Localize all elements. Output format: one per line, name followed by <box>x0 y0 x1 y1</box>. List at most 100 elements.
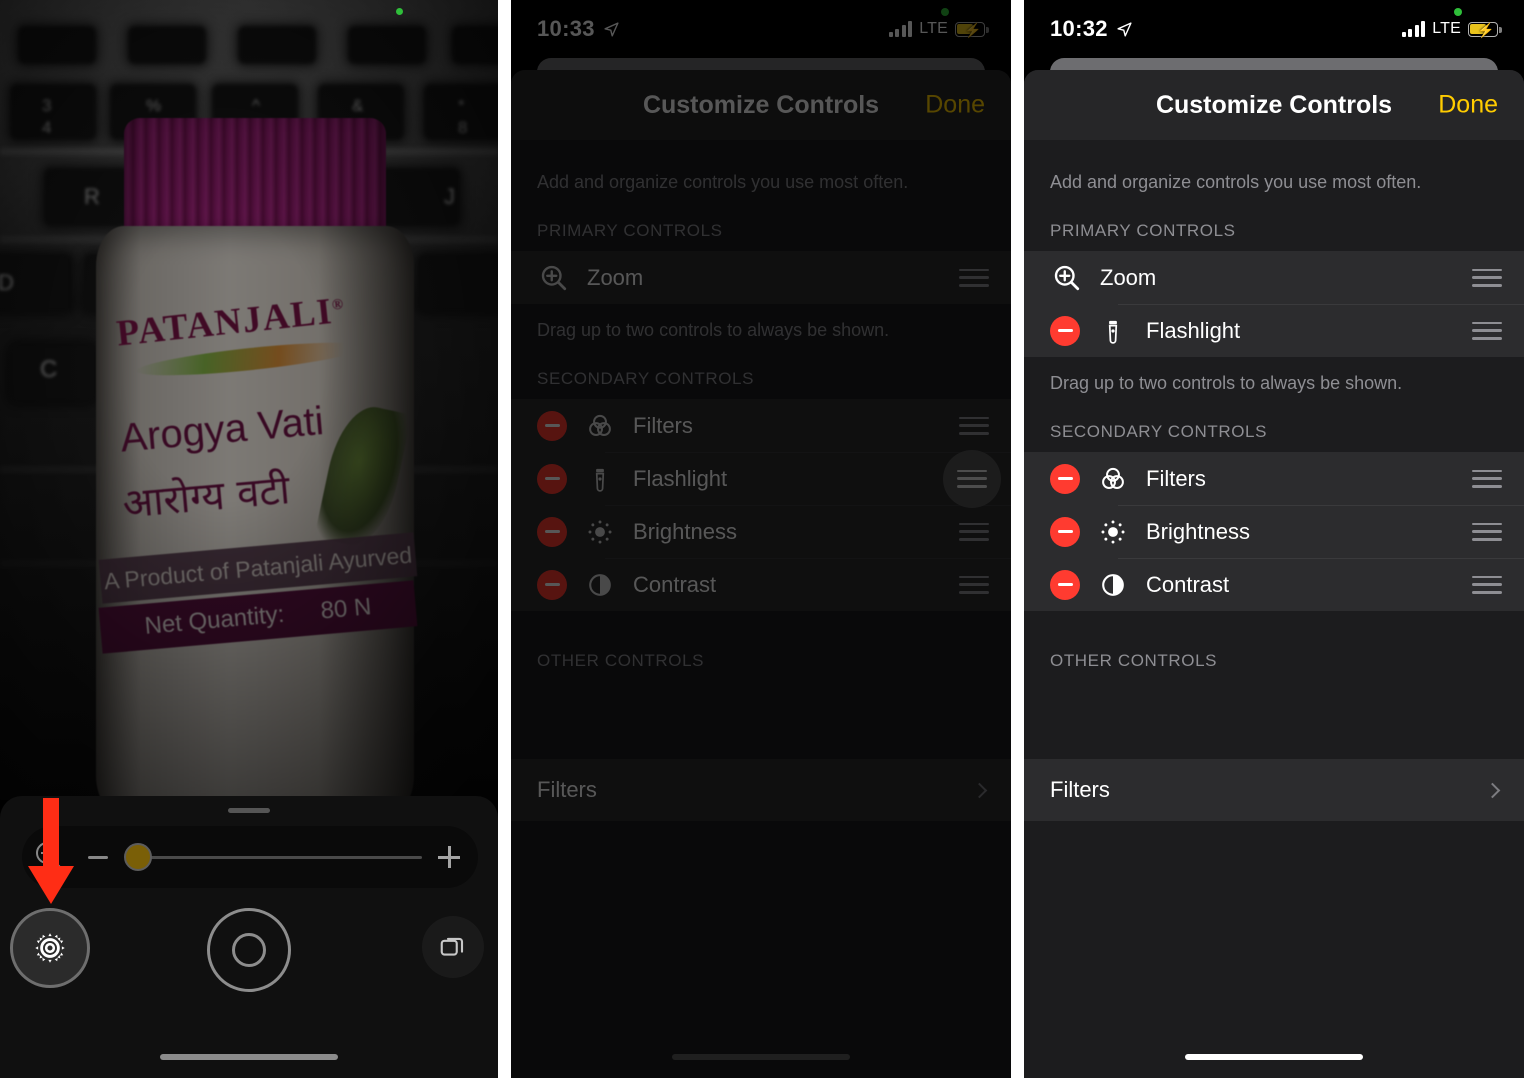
home-indicator <box>160 1054 338 1060</box>
drag-handle[interactable] <box>959 575 989 594</box>
status-time: 10:32 <box>1050 16 1108 41</box>
primary-controls-group: Zoom <box>511 251 1011 304</box>
drag-handle[interactable] <box>1472 321 1502 340</box>
section-label-primary: PRIMARY CONTROLS <box>1050 221 1236 240</box>
drag-handle[interactable] <box>1472 469 1502 488</box>
remove-button[interactable] <box>1050 315 1080 346</box>
control-label: Zoom <box>1100 264 1157 290</box>
remove-button[interactable] <box>537 463 567 494</box>
settings-gear-button[interactable] <box>10 908 90 988</box>
stack-photos-icon <box>440 937 464 956</box>
drag-handle[interactable] <box>959 522 989 541</box>
zoom-slider-thumb[interactable] <box>124 843 152 871</box>
camera-live-preview[interactable]: 3 4 % 5 ^ & 7 * 8 R J C D PATANJALI® <box>0 0 498 800</box>
key-glyph: 4 <box>42 118 52 137</box>
control-label: Contrast <box>633 571 717 597</box>
panel-camera-magnifier: 3 4 % 5 ^ & 7 * 8 R J C D PATANJALI® <box>0 0 498 1078</box>
remove-button[interactable] <box>1050 569 1080 600</box>
zoom-slider[interactable] <box>124 841 422 873</box>
control-row-filters[interactable]: Filters <box>1024 452 1524 505</box>
control-label: Brightness <box>1146 518 1250 544</box>
drag-handle-highlighted[interactable] <box>943 449 1001 508</box>
battery-charging-icon: ⚡ <box>955 21 989 37</box>
remove-button[interactable] <box>1050 463 1080 494</box>
location-arrow-icon <box>1117 21 1132 37</box>
product-bottle: PATANJALI® Arogya Vati आरोग्य वटी A Prod… <box>88 118 418 800</box>
control-row-zoom[interactable]: Zoom <box>511 251 1011 304</box>
flashlight-icon <box>583 462 617 496</box>
remove-button[interactable] <box>537 516 567 547</box>
sheet-header: Customize Controls Done <box>511 70 1011 140</box>
control-row-flashlight[interactable]: Flashlight <box>511 449 1011 508</box>
camera-in-use-indicator <box>1454 8 1462 16</box>
status-time: 10:33 <box>537 16 595 41</box>
camera-in-use-indicator <box>396 8 403 15</box>
zoom-in-magnifier-icon <box>36 842 66 872</box>
drag-handle[interactable] <box>959 268 989 287</box>
registered-mark: ® <box>331 296 346 314</box>
cellular-bars-icon <box>888 21 913 37</box>
key-glyph: % <box>146 96 162 115</box>
drag-helper-text: Drag up to two controls to always be sho… <box>1050 373 1403 393</box>
control-row-brightness[interactable]: Brightness <box>1024 505 1524 558</box>
brightness-sun-icon <box>1096 515 1130 549</box>
contrast-half-circle-icon <box>1096 568 1130 602</box>
zoom-in-magnifier-icon <box>537 261 571 295</box>
minus-icon[interactable] <box>88 855 108 859</box>
control-row-contrast[interactable]: Contrast <box>511 558 1011 611</box>
control-row-brightness[interactable]: Brightness <box>511 505 1011 558</box>
zoom-in-magnifier-icon <box>1050 261 1084 295</box>
key-glyph: 3 <box>42 96 52 115</box>
control-label: Flashlight <box>1146 317 1241 343</box>
drag-handle[interactable] <box>1472 575 1502 594</box>
home-indicator <box>1185 1054 1363 1060</box>
chevron-right-icon <box>1484 782 1501 798</box>
done-button[interactable]: Done <box>925 91 985 120</box>
control-label: Filters <box>1146 465 1206 491</box>
gear-icon <box>35 933 65 963</box>
zoom-slider-track <box>138 855 422 859</box>
gallery-stack-button[interactable] <box>422 916 484 978</box>
drag-handle[interactable] <box>1472 268 1502 287</box>
control-row-filters[interactable]: Filters <box>511 399 1011 452</box>
control-row-contrast[interactable]: Contrast <box>1024 558 1524 611</box>
done-button[interactable]: Done <box>1438 91 1498 120</box>
remove-button[interactable] <box>537 410 567 441</box>
key-glyph: C <box>40 356 58 383</box>
key-glyph: D <box>0 270 14 295</box>
remove-button[interactable] <box>537 569 567 600</box>
shutter-icon <box>232 933 266 967</box>
control-row-zoom[interactable]: Zoom <box>1024 251 1524 304</box>
flashlight-icon <box>1096 314 1130 348</box>
customize-controls-sheet: Customize Controls Done Add and organize… <box>511 70 1011 1078</box>
plus-icon[interactable] <box>438 846 460 868</box>
other-row-label: Filters <box>537 777 597 802</box>
other-row-label: Filters <box>1050 777 1110 802</box>
cellular-bars-icon <box>1401 21 1426 37</box>
remove-button[interactable] <box>1050 516 1080 547</box>
drag-handle[interactable] <box>1472 522 1502 541</box>
control-row-flashlight[interactable]: Flashlight <box>1024 304 1524 357</box>
quantity-label: Net Quantity: <box>143 600 286 640</box>
sheet-body: Add and organize controls you use most o… <box>511 140 1011 821</box>
panel-customize-controls-after: 10:32 LTE ⚡ Customize Controls Done Add … <box>1024 0 1524 1078</box>
other-controls-spacer <box>1024 681 1524 759</box>
key-glyph: * <box>458 96 465 115</box>
other-row-filters[interactable]: Filters <box>1024 759 1524 821</box>
zoom-control-bar <box>22 826 478 888</box>
section-label-secondary: SECONDARY CONTROLS <box>1050 422 1268 441</box>
panel-divider <box>498 0 511 1078</box>
filters-venn-icon <box>583 409 617 443</box>
other-row-filters[interactable]: Filters <box>511 759 1011 821</box>
tray-grabber-handle[interactable] <box>228 808 270 813</box>
section-label-secondary: SECONDARY CONTROLS <box>537 369 755 388</box>
panel-customize-controls-before: 10:33 LTE ⚡ Customize Controls Done Add … <box>511 0 1011 1078</box>
control-label: Contrast <box>1146 571 1230 597</box>
status-bar: 10:32 LTE ⚡ <box>1024 0 1524 58</box>
drag-handle[interactable] <box>959 416 989 435</box>
section-label-other: OTHER CONTROLS <box>1050 651 1218 670</box>
shutter-button[interactable] <box>207 908 291 992</box>
location-arrow-icon <box>604 21 619 37</box>
secondary-controls-group: Filters Flashlight Brightness Contrast <box>511 399 1011 611</box>
sheet-description: Add and organize controls you use most o… <box>1050 172 1422 192</box>
